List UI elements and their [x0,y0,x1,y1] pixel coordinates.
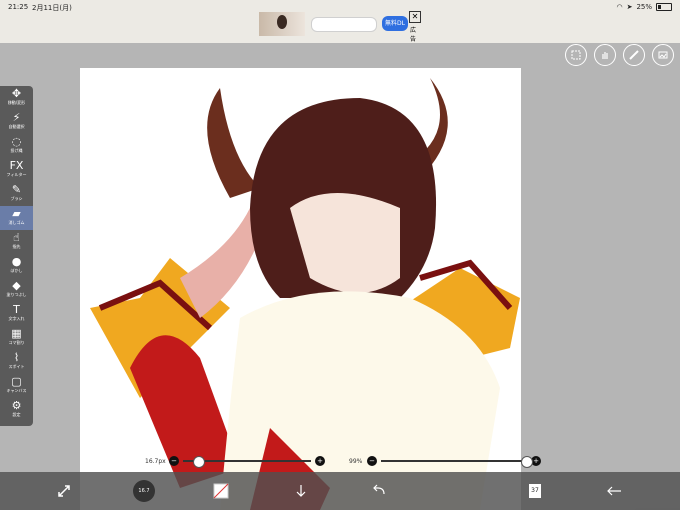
tool-label: 自動選択 [8,124,25,129]
opacity-knob[interactable] [520,456,533,468]
brush-size-value: 16.7px [145,457,166,465]
size-minus-button[interactable]: − [169,456,179,466]
tool-magic-wand[interactable]: ⚡ 自動選択 [0,110,33,134]
transform-button[interactable] [54,472,74,510]
tool-frame[interactable]: ▦ コマ割り [0,326,33,350]
eyedropper-icon: ⌇ [13,350,20,364]
tool-blur[interactable]: ● ぼかし [0,254,33,278]
back-button[interactable] [604,472,624,510]
opacity-track[interactable] [381,456,533,468]
character-illustration [90,78,520,510]
status-date: 2月11日(月) [32,4,72,12]
tool-label: ブラシ [10,196,23,201]
size-plus-button[interactable]: + [315,456,325,466]
tool-label: 設定 [12,412,21,417]
tool-label: 指先 [12,244,21,249]
tool-lasso[interactable]: ◌ 投げ縄 [0,134,33,158]
tool-label: 移動/変形 [7,100,26,105]
lasso-icon: ◌ [11,134,22,148]
tool-brush[interactable]: ✎ ブラシ [0,182,33,206]
top-right-tools [565,44,674,66]
tool-palette: ✥ 移動/変形 ⚡ 自動選択 ◌ 投げ縄 FX フィルター ✎ ブラシ ▰ 消しゴム ☝ 指先 ● ぼかし ◆ 塗… [0,86,33,426]
opacity-slider[interactable]: 99% − + [349,455,541,468]
tool-label: 文字入れ [8,316,25,321]
arrow-down-icon [296,485,306,497]
color-button[interactable] [212,472,230,510]
layer-count: 37 [531,487,539,494]
tool-label: 塗りつぶし [6,292,27,297]
drawing-canvas[interactable] [80,68,521,510]
blur-icon: ● [11,254,22,268]
tool-text[interactable]: T 文字入れ [0,302,33,326]
battery-icon [656,3,672,11]
move-icon: ✥ [11,86,22,100]
ad-thumbnail[interactable] [259,12,305,36]
ruler-icon [629,50,639,60]
location-icon: ➤ [626,3,633,11]
opacity-minus-button[interactable]: − [367,456,377,466]
ad-text-box[interactable] [311,17,377,32]
back-arrow-icon [607,486,621,496]
undo-icon [373,484,385,495]
transform-icon [58,485,70,497]
undo-button[interactable] [370,472,388,510]
brush-size-button[interactable]: 16.7 [132,472,156,510]
brush-size-indicator: 16.7 [138,488,150,494]
wifi-icon: ◠ [616,3,623,11]
size-knob[interactable] [193,456,206,468]
image-icon [658,51,668,59]
tool-label: フィルター [6,172,27,177]
tool-eraser[interactable]: ▰ 消しゴム [0,206,33,230]
status-right: ◠ ➤ 25% [616,3,672,11]
gear-icon: ⚙ [11,398,22,412]
tool-bucket[interactable]: ◆ 塗りつぶし [0,278,33,302]
filter-icon: FX [9,158,24,172]
tool-smudge[interactable]: ☝ 指先 [0,230,33,254]
color-swatch-icon [213,483,229,499]
tool-label: 消しゴム [8,220,25,225]
hand-icon [602,52,608,59]
tool-label: キャンバス [6,388,27,393]
tool-canvas[interactable]: ▢ キャンバス [0,374,33,398]
tool-label: ぼかし [10,268,23,273]
selection-button[interactable] [565,44,587,66]
size-track[interactable] [183,456,311,468]
selection-icon [571,50,581,60]
layers-button[interactable]: 37 [526,472,544,510]
eraser-icon: ▰ [12,206,21,220]
magic-wand-icon: ⚡ [12,110,21,124]
frame-icon: ▦ [11,326,22,340]
smudge-icon: ☝ [13,230,20,244]
status-time: 21:25 [8,3,29,11]
tool-move[interactable]: ✥ 移動/変形 [0,86,33,110]
text-icon: T [13,302,20,316]
ad-banner[interactable]: 無料DL ✕ 広告 [259,11,421,43]
canvas-icon: ▢ [11,374,22,388]
tool-eyedropper[interactable]: ⌇ スポイト [0,350,33,374]
bucket-icon: ◆ [12,278,21,292]
ad-download-button[interactable]: 無料DL [382,16,408,31]
tool-label: コマ割り [8,340,25,345]
hand-button[interactable] [594,44,616,66]
tool-label: 投げ縄 [10,148,23,153]
battery-percent: 25% [636,3,652,11]
material-button[interactable] [652,44,674,66]
tool-filter[interactable]: FX フィルター [0,158,33,182]
layers-icon: 37 [529,484,541,498]
ruler-button[interactable] [623,44,645,66]
brush-size-slider[interactable]: 16.7px − + [145,455,325,468]
tool-label: スポイト [8,364,25,369]
ad-close-icon[interactable]: ✕ [409,11,421,23]
ad-mark: 広告 [410,27,417,43]
brush-icon: ✎ [11,182,22,196]
opacity-value: 99% [349,457,363,465]
bottom-toolbar: 16.7 37 [0,472,680,510]
redo-button[interactable] [292,472,310,510]
tool-gear[interactable]: ⚙ 設定 [0,398,33,422]
